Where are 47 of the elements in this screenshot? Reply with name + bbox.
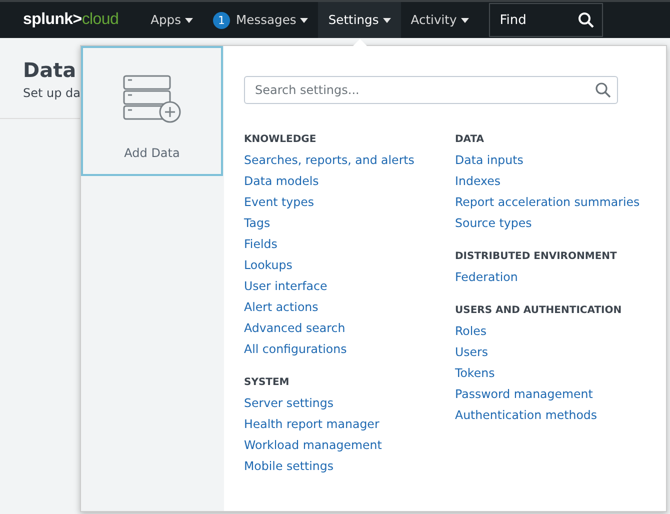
- settings-link[interactable]: Data models: [244, 171, 455, 192]
- settings-link[interactable]: Users: [455, 342, 640, 363]
- settings-link[interactable]: Roles: [455, 321, 640, 342]
- page-subtitle: Set up da: [23, 86, 81, 100]
- settings-link[interactable]: Alert actions: [244, 297, 455, 318]
- settings-link[interactable]: Workload management: [244, 435, 455, 456]
- nav-menu[interactable]: Apps: [140, 2, 204, 38]
- section-heading: DATA: [455, 134, 486, 145]
- settings-link[interactable]: Indexes: [455, 171, 640, 192]
- settings-link[interactable]: Data inputs: [455, 150, 640, 171]
- section-heading: KNOWLEDGE: [244, 134, 318, 145]
- section-heading: DISTRIBUTED ENVIRONMENT: [455, 251, 618, 262]
- settings-link[interactable]: Report acceleration summaries: [455, 192, 640, 213]
- settings-link[interactable]: Fields: [244, 234, 455, 255]
- page-title: Data: [23, 58, 78, 82]
- add-data-tile[interactable]: Add Data: [81, 46, 223, 176]
- logo[interactable]: splunk>cloud: [23, 11, 119, 29]
- settings-link[interactable]: Server settings: [244, 393, 455, 414]
- settings-link[interactable]: User interface: [244, 276, 455, 297]
- settings-link[interactable]: Lookups: [244, 255, 455, 276]
- settings-link[interactable]: Mobile settings: [244, 456, 455, 477]
- settings-link[interactable]: All configurations: [244, 339, 455, 360]
- caret-icon: [300, 18, 308, 22]
- search-icon: [578, 12, 594, 28]
- nav-menu[interactable]: Activity: [400, 2, 479, 38]
- section-heading: USERS AND AUTHENTICATION: [455, 305, 623, 316]
- settings-link[interactable]: Source types: [455, 213, 640, 234]
- nav-menu[interactable]: Settings: [318, 2, 401, 38]
- settings-link[interactable]: Searches, reports, and alerts: [244, 150, 455, 171]
- settings-link[interactable]: Federation: [455, 267, 640, 288]
- search-icon: [595, 82, 611, 98]
- search-field[interactable]: Search settings...: [244, 76, 618, 104]
- section-heading: SYSTEM: [244, 377, 290, 388]
- settings-link[interactable]: Authentication methods: [455, 405, 640, 426]
- settings-link[interactable]: Tokens: [455, 363, 640, 384]
- count-badge: 1: [213, 12, 230, 28]
- nav-menu[interactable]: 1 Messages: [203, 2, 318, 38]
- settings-link[interactable]: Tags: [244, 213, 455, 234]
- server-plus-icon: [122, 74, 182, 124]
- caret-icon: [185, 18, 194, 22]
- caret-icon: [460, 18, 469, 22]
- find-field[interactable]: Find: [488, 3, 603, 37]
- settings-link[interactable]: Health report manager: [244, 414, 455, 435]
- caret-icon: [382, 18, 391, 22]
- settings-link[interactable]: Password management: [455, 384, 640, 405]
- settings-link[interactable]: Event types: [244, 192, 455, 213]
- settings-link[interactable]: Advanced search: [244, 318, 455, 339]
